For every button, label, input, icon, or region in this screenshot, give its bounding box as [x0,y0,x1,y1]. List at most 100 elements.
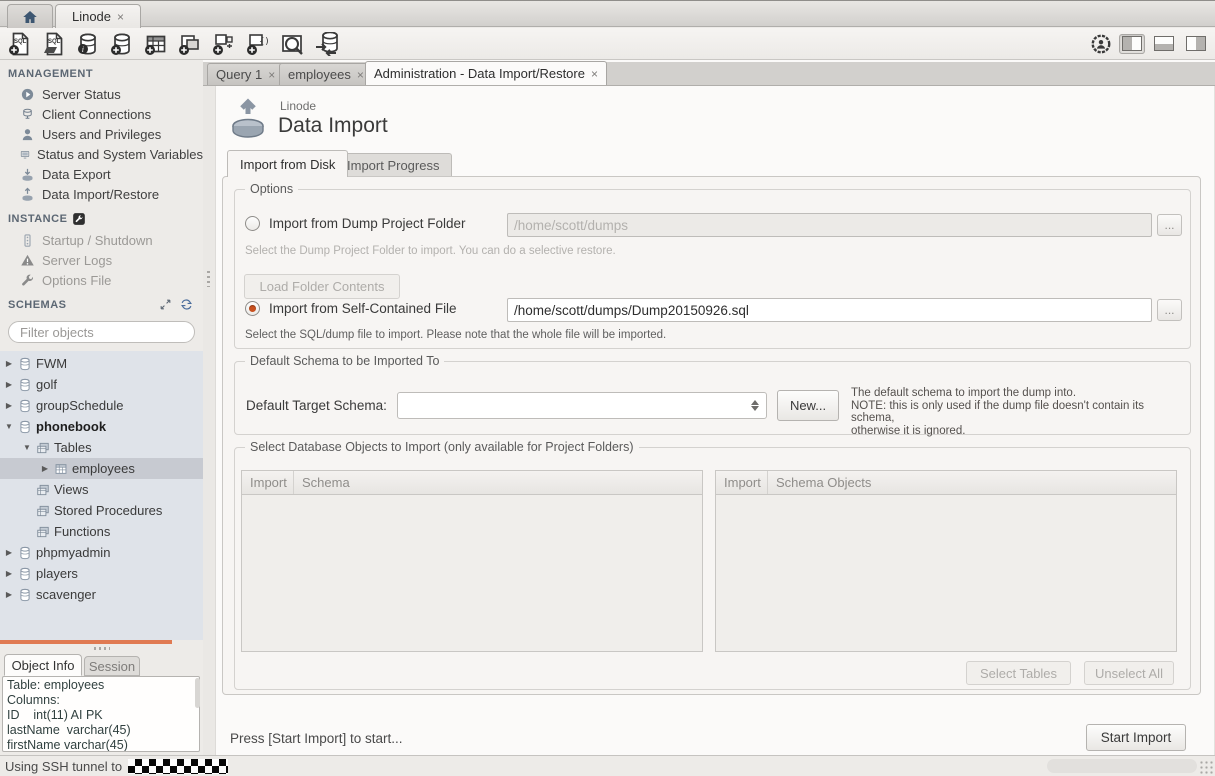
new-sql-tab-icon[interactable] [8,32,32,56]
expand-arrow-icon[interactable]: ▶ [4,590,14,599]
open-sql-script-icon[interactable] [42,32,66,56]
tab-query-1[interactable]: Query 1 × [207,63,284,85]
tab-session[interactable]: Session [84,656,140,676]
column-header-schema-objects[interactable]: Schema Objects [768,475,871,490]
spinner-down-icon[interactable] [751,406,759,411]
schema-inspector-icon[interactable]: i [76,32,100,56]
radio-checked-icon[interactable] [245,301,260,316]
expand-arrow-icon[interactable]: ▶ [4,380,14,389]
tree-item-views[interactable]: Views [0,479,203,500]
sidebar-item-users-privileges[interactable]: Users and Privileges [0,124,203,144]
tab-import-from-disk[interactable]: Import from Disk [227,150,348,177]
user-gear-icon[interactable] [1089,32,1113,56]
tree-item-label: golf [36,377,57,392]
tree-item-phpmyadmin[interactable]: ▶ phpmyadmin [0,542,203,563]
filter-objects-input[interactable] [20,325,196,340]
sidebar-item-server-status[interactable]: Server Status [0,84,203,104]
new-schema-button[interactable]: New... [777,390,839,421]
browse-file-button[interactable]: ... [1157,299,1182,321]
sidebar-item-startup-shutdown[interactable]: Startup / Shutdown [0,230,203,250]
import-folder-radio-row[interactable]: Import from Dump Project Folder [245,216,466,231]
tab-label: Query 1 [216,67,262,82]
tree-item-tables[interactable]: ▼ Tables [0,437,203,458]
groupbox-legend: Default Schema to be Imported To [245,354,444,368]
expand-arrow-icon[interactable]: ▶ [4,569,14,578]
toggle-left-panel-icon[interactable] [1119,34,1145,54]
sidebar-item-server-logs[interactable]: Server Logs [0,250,203,270]
create-view-icon[interactable] [178,32,202,56]
connection-tab-linode[interactable]: Linode × [55,4,141,28]
tab-label: Session [89,659,135,674]
sidebar-item-client-connections[interactable]: Client Connections [0,104,203,124]
tree-item-phonebook[interactable]: ▼ phonebook [0,416,203,437]
schema-list[interactable]: Import Schema [241,470,703,652]
default-target-schema-combobox[interactable] [397,392,767,419]
tab-administration-data-import[interactable]: Administration - Data Import/Restore × [365,61,607,85]
collapse-arrow-icon[interactable]: ▼ [22,443,32,452]
sidebar-item-data-export[interactable]: Data Export [0,164,203,184]
tree-item-scavenger[interactable]: ▶ scavenger [0,584,203,605]
unselect-all-button[interactable]: Unselect All [1084,661,1174,685]
close-icon[interactable]: × [117,10,124,24]
close-icon[interactable]: × [268,68,275,82]
load-folder-contents-button[interactable]: Load Folder Contents [244,274,400,299]
reconnect-dbms-icon[interactable] [314,32,338,56]
expand-arrow-icon[interactable]: ▶ [4,548,14,557]
schema-objects-list[interactable]: Import Schema Objects [715,470,1177,652]
import-file-radio-row[interactable]: Import from Self-Contained File [245,301,457,316]
data-import-header-icon [230,98,266,138]
tree-item-stored-procedures[interactable]: Stored Procedures [0,500,203,521]
collapse-arrow-icon[interactable]: ▼ [4,422,14,431]
start-hint-text: Press [Start Import] to start... [230,731,403,746]
window-resize-grip[interactable] [1199,760,1213,774]
tree-item-functions[interactable]: Functions [0,521,203,542]
sync-icon[interactable] [180,298,193,311]
close-icon[interactable]: × [357,68,364,82]
column-header-schema[interactable]: Schema [294,475,350,490]
tree-item-golf[interactable]: ▶ golf [0,374,203,395]
main-splitter[interactable] [203,86,216,755]
expand-arrow-icon[interactable]: ▶ [40,464,50,473]
expand-icon[interactable] [159,298,172,311]
sidebar-item-label: Data Export [42,167,111,182]
column-header-import[interactable]: Import [716,471,768,494]
redacted-hostname [128,759,228,774]
toggle-right-panel-icon[interactable] [1183,34,1209,54]
close-icon[interactable]: × [591,67,598,81]
tab-employees[interactable]: employees × [279,63,373,85]
sidebar-item-options-file[interactable]: Options File [0,270,203,290]
home-tab[interactable] [7,4,53,28]
create-schema-icon[interactable] [110,32,134,56]
radio-unchecked-icon[interactable] [245,216,260,231]
sidebar-item-data-import[interactable]: Data Import/Restore [0,184,203,204]
browse-folder-button[interactable]: ... [1157,214,1182,236]
spinner-up-icon[interactable] [751,400,759,405]
tree-item-players[interactable]: ▶ players [0,563,203,584]
create-procedure-icon[interactable] [212,32,236,56]
create-table-icon[interactable] [144,32,168,56]
sidebar-item-status-variables[interactable]: Status and System Variables [0,144,203,164]
sidebar-splitter-grip[interactable] [0,644,203,652]
dump-file-path-input[interactable] [507,298,1152,322]
start-import-button[interactable]: Start Import [1086,724,1186,751]
toggle-bottom-panel-icon[interactable] [1151,34,1177,54]
tree-item-groupschedule[interactable]: ▶ groupSchedule [0,395,203,416]
select-tables-button[interactable]: Select Tables [966,661,1071,685]
tree-item-fwm[interactable]: ▶ FWM [0,353,203,374]
scrollbar[interactable] [195,678,200,708]
search-table-data-icon[interactable] [280,32,304,56]
import-from-disk-panel: Options Import from Dump Project Folder … [222,176,1201,695]
tab-object-info[interactable]: Object Info [4,654,82,676]
tree-item-employees[interactable]: ▶ employees [0,458,203,479]
expand-arrow-icon[interactable]: ▶ [4,401,14,410]
schema-icon [18,378,32,392]
tree-item-label: Views [54,482,88,497]
column-header-import[interactable]: Import [242,471,294,494]
schema-tree: ▶ FWM ▶ golf ▶ groupSchedule ▼ phonebook… [0,351,203,640]
table-icon [54,462,68,476]
expand-arrow-icon[interactable]: ▶ [4,359,14,368]
tab-import-progress[interactable]: Import Progress [334,153,452,177]
dump-folder-path-input[interactable] [507,213,1152,237]
create-function-icon[interactable]: {) [246,32,270,56]
functions-folder-icon [36,525,50,539]
